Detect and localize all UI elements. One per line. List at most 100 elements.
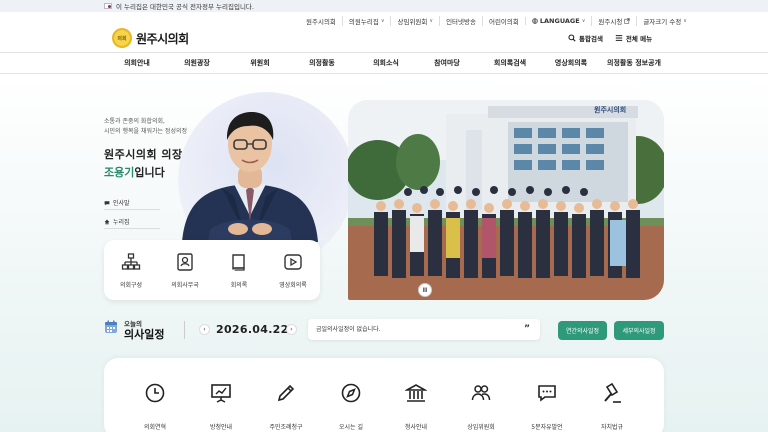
search-icon bbox=[568, 34, 576, 42]
quick-menu-card: 의회구성 의회사무국 회의록 영상회의록 bbox=[104, 240, 320, 300]
nav-participation[interactable]: 참여마당 bbox=[434, 53, 460, 73]
korea-flag-icon bbox=[104, 3, 112, 9]
bottom-label: 방청안내 bbox=[209, 424, 233, 431]
bottom-standing-committee[interactable]: 상임위원회 bbox=[448, 358, 514, 431]
presentation-icon bbox=[211, 384, 231, 403]
quick-minutes[interactable]: 회의록 bbox=[212, 240, 266, 300]
quick-organization[interactable]: 의회구성 bbox=[104, 240, 158, 300]
util-council[interactable]: 원주시의회 bbox=[300, 16, 342, 26]
schedule-message-box: 금일의사일정이 없습니다. ” bbox=[308, 319, 540, 340]
gavel-icon bbox=[604, 382, 621, 403]
quick-label: 의회사무국 bbox=[171, 281, 199, 289]
bottom-building-guide[interactable]: 청사안내 bbox=[383, 358, 449, 431]
schedule-title: 의사일정 bbox=[124, 328, 165, 341]
bottom-label: 오시는 길 bbox=[339, 424, 363, 431]
total-search-label: 통합검색 bbox=[579, 35, 603, 43]
bottom-history[interactable]: 의회연혁 bbox=[122, 358, 188, 431]
util-label: 상임위원회 bbox=[397, 18, 428, 26]
util-label: LANGUAGE bbox=[539, 17, 580, 25]
group-photo: 원주시의회 bbox=[348, 100, 664, 300]
bottom-directions[interactable]: 오시는 길 bbox=[318, 358, 384, 431]
bottom-local-laws[interactable]: 자치법규 bbox=[579, 358, 645, 431]
schedule-message: 금일의사일정이 없습니다. bbox=[316, 326, 381, 333]
chevron-down-icon: ∨ bbox=[380, 18, 385, 24]
tagline-line: 소통과 존중의 화합의회, bbox=[104, 118, 165, 125]
calendar-icon bbox=[105, 320, 117, 333]
external-link-icon bbox=[624, 18, 631, 24]
council-emblem-icon: 의회 bbox=[112, 28, 132, 48]
detail-schedule-button[interactable]: 세부의사일정 bbox=[614, 321, 664, 340]
annual-schedule-button[interactable]: 연간의사일정 bbox=[558, 321, 607, 340]
nav-committee[interactable]: 위원회 bbox=[250, 53, 269, 73]
gov-banner-text: 이 누리집은 대한민국 공식 전자정부 누리집입니다. bbox=[116, 3, 254, 11]
schedule-divider bbox=[184, 321, 185, 339]
quote-icon: ” bbox=[524, 324, 530, 334]
emblem-text: 의회 bbox=[117, 35, 127, 42]
nav-council-info[interactable]: 의회안내 bbox=[124, 53, 150, 73]
play-icon bbox=[284, 253, 302, 270]
chair-link-label: 누리집 bbox=[113, 219, 130, 226]
chair-homepage-link[interactable]: 누리집 bbox=[104, 215, 160, 229]
util-label: 원주시청 bbox=[598, 18, 623, 26]
next-date-button[interactable]: › bbox=[286, 324, 297, 335]
chevron-down-icon: ∨ bbox=[683, 18, 687, 24]
quick-secretariat[interactable]: 의회사무국 bbox=[158, 240, 212, 300]
pencil-icon bbox=[277, 384, 295, 402]
utility-menu: 원주시의회 의원누리집 ∨ 상임위원회 ∨ 인터넷방송 어린이의회 LANGUAGE… bbox=[300, 14, 693, 28]
bottom-label: 상임위원회 bbox=[467, 424, 495, 431]
bottom-visit-guide[interactable]: 방청안내 bbox=[188, 358, 254, 431]
nav-members-square[interactable]: 의원광장 bbox=[184, 53, 210, 73]
chair-greeting-link[interactable]: 인사말 bbox=[104, 196, 160, 210]
main-nav: 의회안내 의원광장 위원회 의정활동 의회소식 참여마당 회의록검색 영상회의록… bbox=[0, 52, 768, 74]
site-logo[interactable]: 의회 원주시의회 bbox=[112, 28, 189, 48]
bottom-quick-menu: 의회연혁 방청안내 주민조례청구 오시는 길 청사안내 상임위원회 5분자유발언… bbox=[104, 358, 664, 432]
slide-pause-button[interactable]: II bbox=[418, 283, 432, 297]
chat-icon bbox=[104, 200, 110, 205]
util-label: 어린이의회 bbox=[488, 18, 519, 26]
nav-news[interactable]: 의회소식 bbox=[373, 53, 399, 73]
gov-banner: 이 누리집은 대한민국 공식 전자정부 누리집입니다. bbox=[0, 0, 768, 12]
chair-title: 원주시의회 의장 bbox=[104, 148, 183, 161]
bottom-label: 청사안내 bbox=[404, 424, 428, 431]
hamburger-icon bbox=[615, 35, 623, 41]
people-icon bbox=[471, 385, 491, 401]
chair-name-line: 조용기입니다 bbox=[104, 164, 165, 180]
util-city-hall[interactable]: 원주시청 bbox=[591, 16, 636, 26]
chevron-down-icon: ∨ bbox=[581, 18, 586, 24]
book-icon bbox=[232, 253, 245, 271]
chair-name-suffix: 입니다 bbox=[134, 166, 165, 179]
quick-label: 회의록 bbox=[230, 281, 248, 289]
building-sign: 원주시의회 bbox=[594, 105, 626, 114]
bottom-label: 주민조례청구 bbox=[269, 424, 303, 431]
prev-arrow-icon: ‹ bbox=[203, 326, 206, 333]
chair-name: 조용기 bbox=[104, 166, 135, 179]
util-label: 의원누리집 bbox=[348, 18, 379, 26]
nav-info-disclosure[interactable]: 의정활동 정보공개 bbox=[607, 53, 661, 73]
util-members[interactable]: 의원누리집 ∨ bbox=[341, 16, 391, 26]
util-broadcast[interactable]: 인터넷방송 bbox=[439, 16, 482, 26]
util-font-size[interactable]: 글자크기 수정 ∨ bbox=[636, 16, 693, 26]
globe-icon bbox=[532, 18, 538, 24]
chevron-down-icon: ∨ bbox=[429, 18, 434, 24]
compass-icon bbox=[341, 383, 361, 403]
bottom-ordinance-petition[interactable]: 주민조례청구 bbox=[253, 358, 319, 431]
bottom-free-speech[interactable]: 5분자유발언 bbox=[514, 358, 580, 431]
quick-video-minutes[interactable]: 영상회의록 bbox=[266, 240, 320, 300]
util-committee[interactable]: 상임위원회 ∨ bbox=[390, 16, 439, 26]
util-kids-council[interactable]: 어린이의회 bbox=[481, 16, 525, 26]
nav-activities[interactable]: 의정활동 bbox=[309, 53, 335, 73]
total-search-button[interactable]: 통합검색 bbox=[568, 33, 603, 43]
logo-text: 원주시의회 bbox=[136, 31, 189, 46]
building-icon bbox=[405, 384, 427, 402]
quick-label: 의회구성 bbox=[119, 281, 143, 289]
full-menu-button[interactable]: 전체 메뉴 bbox=[615, 33, 652, 43]
nav-minutes-search[interactable]: 회의록검색 bbox=[494, 53, 526, 73]
chair-portrait bbox=[182, 112, 318, 242]
nav-video-minutes[interactable]: 영상회의록 bbox=[555, 53, 587, 73]
util-language[interactable]: LANGUAGE ∨ bbox=[524, 17, 592, 25]
chair-tagline: 소통과 존중의 화합의회, 시민의 행복을 채워가는 정성의정 bbox=[104, 117, 187, 137]
prev-date-button[interactable]: ‹ bbox=[199, 324, 210, 335]
bottom-label: 의회연혁 bbox=[143, 424, 167, 431]
clock-icon bbox=[145, 383, 165, 403]
speech-icon bbox=[538, 385, 556, 402]
